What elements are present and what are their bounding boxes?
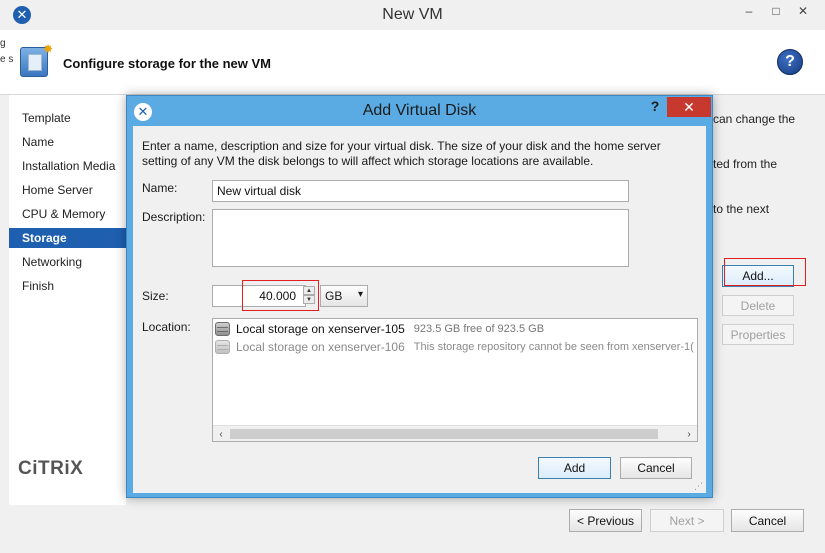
add-button[interactable]: Add: [538, 457, 611, 479]
description-label: Description:: [142, 210, 206, 224]
nav-item-networking[interactable]: Networking: [9, 252, 126, 272]
nav-item-storage[interactable]: Storage: [9, 228, 126, 248]
header-fragment: e s: [0, 54, 14, 65]
highlight-box: [724, 258, 806, 286]
maximize-button[interactable]: □: [762, 0, 790, 22]
storage-description-text: can change the: [713, 112, 796, 126]
location-list[interactable]: Local storage on xenserver-105 923.5 GB …: [212, 318, 698, 442]
wizard-steps-nav: Template Name Installation Media Home Se…: [9, 95, 126, 505]
resize-grip-icon[interactable]: ⋰: [694, 481, 704, 491]
minimize-button[interactable]: –: [735, 0, 763, 22]
add-virtual-disk-dialog: ✕ Add Virtual Disk ? ✕ Enter a name, des…: [126, 95, 713, 498]
chevron-down-icon: ▾: [357, 289, 363, 300]
storage-description-text: to the next: [713, 202, 770, 216]
horizontal-scrollbar[interactable]: ‹ ›: [213, 425, 697, 441]
main-titlebar: ✕ New VM – □ ✕: [0, 0, 825, 30]
delete-disk-button[interactable]: Delete: [722, 295, 794, 316]
help-icon[interactable]: ?: [777, 49, 803, 75]
size-unit-value: GB: [325, 289, 343, 303]
size-label: Size:: [142, 289, 169, 303]
nav-item-home-server[interactable]: Home Server: [9, 180, 126, 200]
nav-item-name[interactable]: Name: [9, 132, 126, 152]
location-detail: 923.5 GB free of 923.5 GB: [413, 323, 545, 335]
location-label: Location:: [142, 320, 191, 334]
cancel-wizard-button[interactable]: Cancel: [731, 509, 804, 532]
nav-item-installation-media[interactable]: Installation Media: [9, 156, 126, 176]
cancel-button[interactable]: Cancel: [620, 457, 692, 479]
nav-item-cpu-memory[interactable]: CPU & Memory: [9, 204, 126, 224]
dialog-body: Enter a name, description and size for y…: [133, 126, 706, 493]
name-input[interactable]: New virtual disk: [212, 180, 629, 202]
star-icon: ✸: [43, 42, 54, 56]
dialog-close-button[interactable]: ✕: [667, 97, 711, 117]
location-name: Local storage on xenserver-106: [236, 340, 405, 354]
nav-item-finish[interactable]: Finish: [9, 276, 126, 296]
name-label: Name:: [142, 181, 178, 195]
description-input[interactable]: [212, 209, 629, 267]
citrix-logo: CiTRiX: [18, 458, 84, 479]
dialog-titlebar: ✕ Add Virtual Disk ? ✕: [127, 96, 712, 126]
wizard-header: g e s ✸ Configure storage for the new VM…: [0, 30, 825, 95]
window-title: New VM: [382, 6, 443, 23]
highlight-box: [242, 280, 319, 311]
list-item[interactable]: Local storage on xenserver-105 923.5 GB …: [215, 320, 544, 338]
size-unit-select[interactable]: GB ▾: [320, 285, 368, 307]
storage-disk-icon: [215, 322, 230, 336]
next-button[interactable]: Next >: [650, 509, 724, 532]
previous-button[interactable]: < Previous: [569, 509, 642, 532]
list-item[interactable]: Local storage on xenserver-106 This stor…: [215, 338, 694, 356]
scroll-right-icon[interactable]: ›: [681, 426, 697, 441]
dialog-title: Add Virtual Disk: [362, 102, 477, 119]
nav-item-template[interactable]: Template: [9, 108, 126, 128]
scroll-left-icon[interactable]: ‹: [213, 426, 229, 441]
location-detail: This storage repository cannot be seen f…: [413, 341, 694, 353]
dialog-help-button[interactable]: ?: [645, 98, 665, 118]
dialog-intro-text: Enter a name, description and size for y…: [142, 139, 661, 168]
location-name: Local storage on xenserver-105: [236, 322, 405, 336]
disk-properties-button[interactable]: Properties: [722, 324, 794, 345]
storage-description-text: ted from the: [713, 157, 778, 171]
page-title: Configure storage for the new VM: [63, 56, 272, 71]
close-window-button[interactable]: ✕: [789, 0, 817, 22]
scroll-thumb[interactable]: [230, 429, 658, 439]
storage-disk-icon: [215, 340, 230, 354]
header-fragment: g: [0, 38, 6, 49]
